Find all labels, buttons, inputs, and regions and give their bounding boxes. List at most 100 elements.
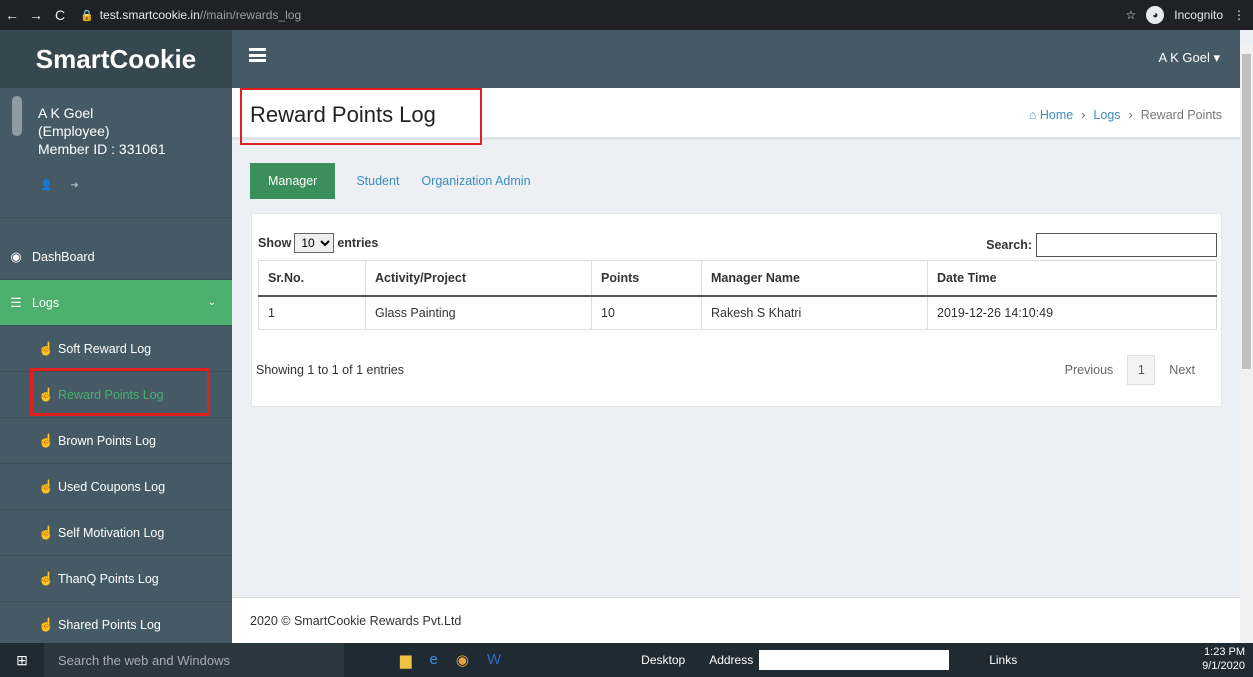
menu-toggle-icon[interactable]	[249, 48, 266, 62]
column-header[interactable]: Points	[591, 260, 702, 297]
chevron-right-icon: ›	[1081, 108, 1086, 122]
back-icon[interactable]: ←	[0, 7, 24, 23]
lock-icon: 🔒	[80, 9, 94, 22]
reward-points-table: Sr.No. Activity/Project Points Manager N…	[258, 260, 1217, 330]
table-cell: 1	[258, 295, 366, 330]
sidebar-item-dashboard[interactable]: ◉ DashBoard	[0, 234, 232, 280]
breadcrumb-home-label: Home	[1039, 108, 1074, 122]
sidebar-item-label: Used Coupons Log	[58, 479, 166, 494]
next-button[interactable]: Next	[1155, 363, 1209, 377]
hand-pointer-icon: ☝	[38, 432, 55, 448]
column-header[interactable]: Date Time	[927, 260, 1217, 297]
column-header[interactable]: Sr.No.	[258, 260, 366, 297]
scrollbar-thumb[interactable]	[1242, 54, 1251, 369]
length-control: Show 10 entries	[258, 233, 378, 253]
search-input[interactable]	[1036, 233, 1217, 257]
column-header[interactable]: Manager Name	[701, 260, 928, 297]
user-dropdown[interactable]: A K Goel ▾	[1159, 50, 1220, 66]
sidebar-item-self-motivation-log[interactable]: ☝ Self Motivation Log	[0, 510, 232, 556]
url-path: //main/rewards_log	[199, 8, 302, 22]
tab-student[interactable]: Student	[345, 163, 410, 199]
sidebar-item-brown-points-log[interactable]: ☝ Brown Points Log	[0, 418, 232, 464]
tab-organization-admin[interactable]: Organization Admin	[410, 163, 541, 199]
taskbar-desktop[interactable]: Desktop	[641, 653, 685, 667]
sidebar-item-thanq-points-log[interactable]: ☝ ThanQ Points Log	[0, 556, 232, 602]
sidebar-item-shared-points-log[interactable]: ☝ Shared Points Log	[0, 602, 232, 643]
browser-menu-icon[interactable]: ⋮	[1233, 8, 1245, 22]
table-cell: Rakesh S Khatri	[701, 295, 928, 330]
hand-pointer-icon: ☝	[38, 570, 55, 586]
avatar	[12, 96, 22, 136]
browser-toolbar: ← → C 🔒 test.smartcookie.in//main/reward…	[0, 0, 1253, 30]
incognito-label: Incognito	[1174, 8, 1223, 22]
sidebar-item-used-coupons-log[interactable]: ☝ Used Coupons Log	[0, 464, 232, 510]
taskbar-apps: ▆ e ◉ W	[400, 651, 501, 669]
reload-icon[interactable]: C	[48, 7, 72, 23]
forward-icon[interactable]: →	[24, 7, 48, 23]
brand-logo[interactable]: SmartCookie	[0, 30, 232, 88]
profile-icon[interactable]: 👤	[40, 180, 52, 191]
pagination: Previous 1 Next	[1051, 355, 1209, 385]
sidebar-item-label: Self Motivation Log	[58, 525, 165, 540]
address-label: Address	[709, 653, 754, 667]
sidebar: A K Goel (Employee) Member ID : 331061 👤…	[0, 88, 232, 643]
clock-date: 9/1/2020	[1202, 660, 1245, 672]
edge-icon[interactable]: e	[430, 651, 438, 669]
breadcrumb-current: Reward Points	[1140, 108, 1222, 122]
taskbar-links[interactable]: Links	[989, 653, 1017, 667]
file-explorer-icon[interactable]: ▆	[400, 651, 412, 669]
sidebar-item-label: Brown Points Log	[58, 433, 156, 448]
previous-button[interactable]: Previous	[1051, 363, 1128, 377]
word-icon[interactable]: W	[487, 651, 501, 669]
page-footer: 2020 © SmartCookie Rewards Pvt.Ltd	[232, 597, 1240, 643]
hand-pointer-icon: ☝	[38, 616, 55, 632]
logout-icon[interactable]: ➜	[70, 180, 78, 191]
content-header: Reward Points Log ⌂ Home › Logs › Reward…	[232, 88, 1240, 145]
list-icon: ☰	[10, 294, 22, 310]
table-cell: 2019-12-26 14:10:49	[927, 295, 1217, 330]
chrome-icon[interactable]: ◉	[456, 651, 469, 669]
page-number-button[interactable]: 1	[1127, 355, 1156, 385]
sidebar-item-label: Soft Reward Log	[58, 341, 152, 356]
user-name: A K Goel	[38, 105, 94, 121]
address-bar[interactable]: test.smartcookie.in//main/rewards_log	[100, 8, 301, 22]
search-control: Search:	[986, 233, 1217, 257]
star-icon[interactable]: ☆	[1126, 8, 1137, 22]
hand-pointer-icon: ☝	[38, 478, 55, 494]
taskbar-clock[interactable]: 1:23 PM 9/1/2020	[1202, 645, 1245, 673]
dashboard-icon: ◉	[10, 248, 22, 264]
user-role: (Employee)	[38, 123, 110, 139]
home-icon: ⌂	[1028, 108, 1037, 122]
page-scrollbar[interactable]	[1240, 44, 1253, 643]
chevron-right-icon: ›	[1128, 108, 1133, 122]
breadcrumb-logs[interactable]: Logs	[1093, 108, 1120, 122]
incognito-icon: ◕	[1146, 6, 1165, 24]
data-table-box: Show 10 entries Search: Sr.No. Activity/…	[251, 213, 1222, 407]
page-length-select[interactable]: 10	[294, 233, 335, 253]
entries-label: entries	[337, 236, 379, 250]
sidebar-item-logs[interactable]: ☰ Logs ⌄	[0, 280, 232, 326]
member-id: Member ID : 331061	[38, 141, 166, 157]
sidebar-item-label: ThanQ Points Log	[58, 571, 159, 586]
tab-manager[interactable]: Manager	[250, 163, 336, 199]
windows-taskbar: ⊞ Search the web and Windows ▆ e ◉ W Des…	[0, 643, 1253, 677]
breadcrumb: ⌂ Home › Logs › Reward Points	[1029, 108, 1222, 122]
sidebar-item-soft-reward-log[interactable]: ☝ Soft Reward Log	[0, 326, 232, 372]
hand-pointer-icon: ☝	[38, 524, 55, 540]
search-label: Search:	[986, 238, 1032, 252]
show-label: Show	[258, 236, 292, 250]
windows-start-icon[interactable]: ⊞	[0, 643, 44, 677]
table-info: Showing 1 to 1 of 1 entries	[256, 363, 405, 377]
taskbar-search[interactable]: Search the web and Windows	[44, 643, 344, 677]
top-navbar: A K Goel ▾	[232, 30, 1240, 88]
chevron-down-icon: ⌄	[207, 297, 216, 308]
breadcrumb-home[interactable]: ⌂ Home	[1029, 108, 1073, 122]
log-tabs: Manager Student Organization Admin	[250, 163, 542, 199]
sidebar-item-label: Shared Points Log	[58, 617, 161, 632]
taskbar-address-toolbar: Address	[709, 650, 950, 670]
user-info: A K Goel (Employee) Member ID : 331061	[38, 104, 166, 158]
table-header-row: Sr.No. Activity/Project Points Manager N…	[258, 260, 1217, 297]
sidebar-item-label: Logs	[32, 295, 60, 310]
taskbar-address-input[interactable]	[759, 650, 950, 670]
column-header[interactable]: Activity/Project	[365, 260, 592, 297]
